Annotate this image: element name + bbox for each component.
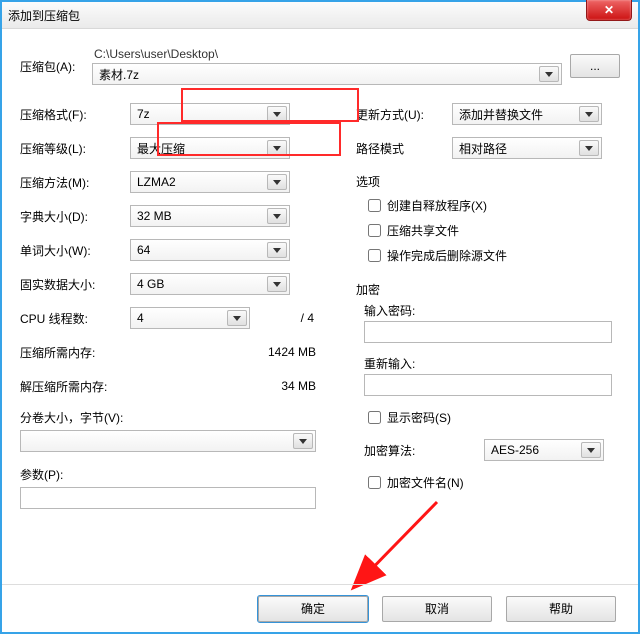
checkbox-icon[interactable] [368, 224, 381, 237]
chevron-down-icon [227, 310, 247, 326]
password2-label: 重新输入: [364, 355, 620, 372]
password-label: 输入密码: [364, 302, 620, 319]
close-icon: ✕ [604, 3, 614, 17]
chevron-down-icon [579, 106, 599, 122]
help-label: 帮助 [549, 600, 573, 617]
browse-button[interactable]: ... [570, 54, 620, 78]
method-select[interactable]: LZMA2 [130, 171, 290, 193]
level-select[interactable]: 最大压缩 [130, 137, 290, 159]
split-label: 分卷大小，字节(V): [20, 409, 336, 426]
left-column: 压缩格式(F): 7z 压缩等级(L): 最大压缩 压缩方法(M): LZMA2… [20, 97, 336, 509]
checkbox-icon[interactable] [368, 249, 381, 262]
algo-value: AES-256 [491, 443, 539, 457]
word-value: 64 [137, 243, 150, 257]
encryption-group-title: 加密 [356, 281, 620, 298]
show-password-label: 显示密码(S) [387, 409, 451, 426]
dialog-footer: 确定 取消 帮助 [2, 584, 638, 632]
method-label: 压缩方法(M): [20, 174, 130, 191]
ok-button[interactable]: 确定 [258, 596, 368, 622]
update-select[interactable]: 添加并替换文件 [452, 103, 602, 125]
method-value: LZMA2 [137, 175, 176, 189]
chevron-down-icon [267, 106, 287, 122]
mem-comp-value: 1424 MB [190, 345, 336, 359]
archive-filename: 素材.7z [99, 66, 139, 83]
format-select[interactable]: 7z [130, 103, 290, 125]
opt-delete-label: 操作完成后删除源文件 [387, 247, 507, 264]
dict-value: 32 MB [137, 209, 172, 223]
format-value: 7z [137, 107, 150, 121]
opt-sfx-label: 创建自释放程序(X) [387, 197, 487, 214]
show-password-checkbox[interactable]: 显示密码(S) [364, 408, 620, 427]
threads-max: / 4 [254, 311, 314, 325]
archive-row: 压缩包(A): C:\Users\user\Desktop\ 素材.7z ... [20, 47, 620, 85]
chevron-down-icon [293, 433, 313, 449]
chevron-down-icon [579, 140, 599, 156]
algo-label: 加密算法: [364, 442, 484, 459]
checkbox-icon[interactable] [368, 199, 381, 212]
chevron-down-icon [267, 276, 287, 292]
split-combo[interactable] [20, 430, 316, 452]
options-group-title: 选项 [356, 173, 620, 190]
checkbox-icon[interactable] [368, 476, 381, 489]
encrypt-names-checkbox[interactable]: 加密文件名(N) [364, 473, 620, 492]
pathmode-label: 路径模式 [356, 140, 452, 157]
pathmode-value: 相对路径 [459, 140, 507, 157]
opt-share-label: 压缩共享文件 [387, 222, 459, 239]
params-input[interactable] [20, 487, 316, 509]
update-value: 添加并替换文件 [459, 106, 543, 123]
chevron-down-icon [267, 140, 287, 156]
pathmode-select[interactable]: 相对路径 [452, 137, 602, 159]
opt-delete-checkbox[interactable]: 操作完成后删除源文件 [364, 246, 620, 265]
solid-select[interactable]: 4 GB [130, 273, 290, 295]
opt-share-checkbox[interactable]: 压缩共享文件 [364, 221, 620, 240]
encrypt-names-label: 加密文件名(N) [387, 474, 464, 491]
ellipsis-icon: ... [590, 59, 600, 73]
dict-label: 字典大小(D): [20, 208, 130, 225]
client-area: 压缩包(A): C:\Users\user\Desktop\ 素材.7z ...… [2, 29, 638, 595]
solid-value: 4 GB [137, 277, 164, 291]
word-select[interactable]: 64 [130, 239, 290, 261]
right-column: 更新方式(U): 添加并替换文件 路径模式 相对路径 选项 创建自释放程序(X)… [336, 97, 620, 509]
threads-value: 4 [137, 311, 144, 325]
solid-label: 固实数据大小: [20, 276, 130, 293]
params-label: 参数(P): [20, 466, 336, 483]
cancel-label: 取消 [425, 600, 449, 617]
password-input[interactable] [364, 321, 612, 343]
cancel-button[interactable]: 取消 [382, 596, 492, 622]
close-button[interactable]: ✕ [586, 0, 632, 21]
window-title: 添加到压缩包 [8, 7, 80, 24]
archive-filename-combo[interactable]: 素材.7z [92, 63, 562, 85]
dict-select[interactable]: 32 MB [130, 205, 290, 227]
chevron-down-icon [267, 174, 287, 190]
title-bar: 添加到压缩包 ✕ [2, 2, 638, 29]
chevron-down-icon [267, 242, 287, 258]
mem-decomp-value: 34 MB [190, 379, 336, 393]
chevron-down-icon [267, 208, 287, 224]
algo-select[interactable]: AES-256 [484, 439, 604, 461]
opt-sfx-checkbox[interactable]: 创建自释放程序(X) [364, 196, 620, 215]
update-label: 更新方式(U): [356, 106, 452, 123]
level-label: 压缩等级(L): [20, 140, 130, 157]
chevron-down-icon [539, 66, 559, 82]
archive-label: 压缩包(A): [20, 58, 92, 75]
ok-label: 确定 [301, 600, 325, 617]
mem-comp-label: 压缩所需内存: [20, 344, 190, 361]
checkbox-icon[interactable] [368, 411, 381, 424]
word-label: 单词大小(W): [20, 242, 130, 259]
mem-decomp-label: 解压缩所需内存: [20, 378, 190, 395]
chevron-down-icon [581, 442, 601, 458]
format-label: 压缩格式(F): [20, 106, 130, 123]
password2-input[interactable] [364, 374, 612, 396]
threads-select[interactable]: 4 [130, 307, 250, 329]
help-button[interactable]: 帮助 [506, 596, 616, 622]
threads-label: CPU 线程数: [20, 310, 130, 327]
archive-path-prefix: C:\Users\user\Desktop\ [92, 47, 562, 61]
level-value: 最大压缩 [137, 140, 185, 157]
